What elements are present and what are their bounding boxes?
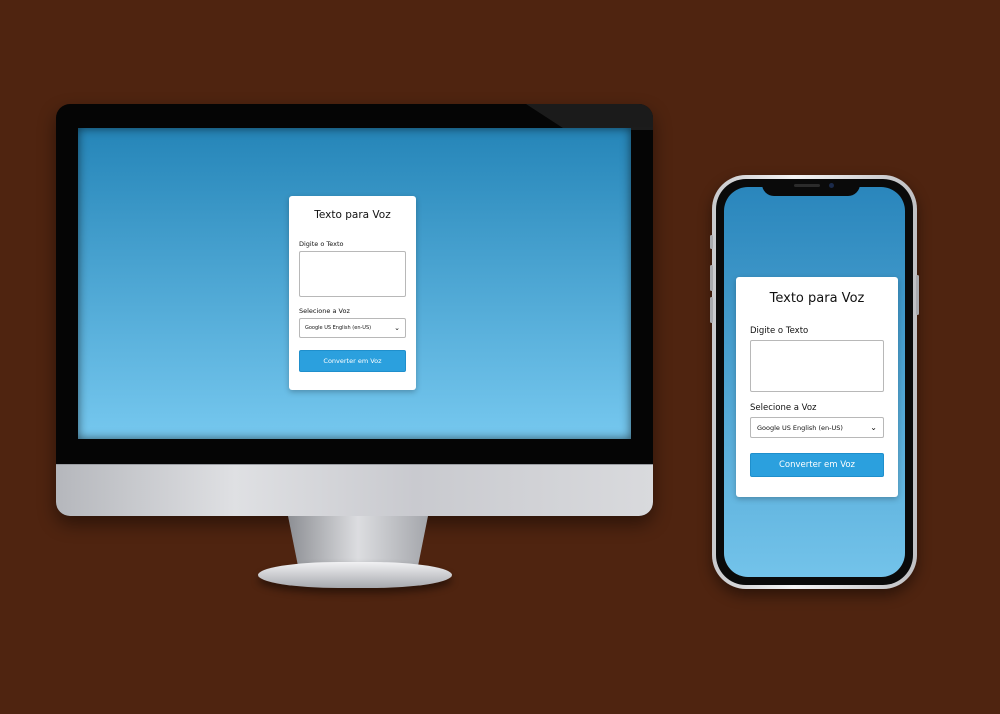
chevron-down-icon: ⌄	[870, 423, 877, 432]
phone-screen: Texto para Voz Digite o Texto Selecione …	[724, 187, 905, 577]
voice-select[interactable]: Google US English (en-US) ⌄	[299, 318, 406, 338]
text-input[interactable]	[299, 251, 406, 297]
desktop-tts-card: Texto para Voz Digite o Texto Selecione …	[289, 196, 416, 390]
monitor-glare	[526, 104, 653, 130]
phone-bezel: Texto para Voz Digite o Texto Selecione …	[716, 179, 913, 585]
phone-mute-switch	[710, 235, 713, 249]
phone-volume-up	[710, 265, 713, 291]
monitor-stand-base	[258, 562, 452, 588]
voice-select-label: Selecione a Voz	[750, 403, 817, 413]
phone-notch	[762, 179, 860, 196]
page-title: Texto para Voz	[314, 209, 391, 221]
desktop-monitor: Texto para Voz Digite o Texto Selecione …	[56, 104, 653, 516]
convert-button[interactable]: Converter em Voz	[299, 350, 406, 372]
monitor-chin	[56, 464, 653, 516]
phone-volume-down	[710, 297, 713, 323]
text-input-label: Digite o Texto	[299, 240, 344, 248]
voice-select-label: Selecione a Voz	[299, 307, 350, 315]
voice-select-value: Google US English (en-US)	[757, 423, 843, 432]
mobile-tts-card: Texto para Voz Digite o Texto Selecione …	[736, 277, 898, 497]
chevron-down-icon: ⌄	[394, 324, 400, 332]
phone-device: Texto para Voz Digite o Texto Selecione …	[710, 175, 919, 589]
speaker-icon	[794, 184, 820, 187]
voice-select-value: Google US English (en-US)	[305, 325, 372, 331]
voice-select[interactable]: Google US English (en-US) ⌄	[750, 417, 884, 438]
camera-icon	[829, 183, 834, 188]
desktop-screen: Texto para Voz Digite o Texto Selecione …	[78, 128, 631, 439]
text-input-label: Digite o Texto	[750, 326, 809, 336]
phone-power-button	[916, 275, 919, 315]
convert-button[interactable]: Converter em Voz	[750, 453, 884, 477]
page-title: Texto para Voz	[769, 291, 865, 306]
text-input[interactable]	[750, 340, 884, 392]
